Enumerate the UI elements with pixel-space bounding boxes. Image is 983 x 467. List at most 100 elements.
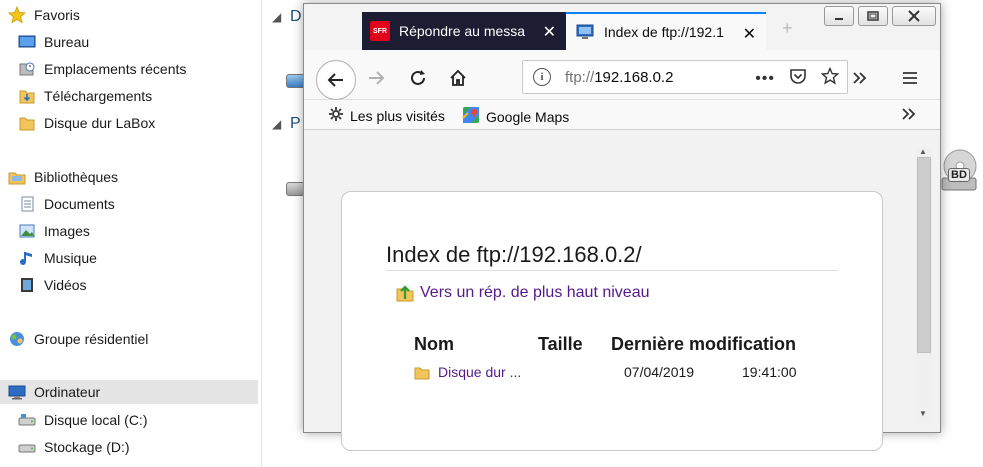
tab-sfr-reply[interactable]: SFR Répondre au messa ✕ [362, 12, 566, 50]
directory-listing-box: Index de ftp://192.168.0.2/ Vers un rép.… [341, 191, 883, 451]
nav-item-label: Emplacements récents [44, 61, 187, 77]
nav-item-label: Disque local (C:) [44, 412, 148, 428]
nav-homegroup-label: Groupe résidentiel [34, 331, 149, 347]
nav-item-labox[interactable]: Disque dur LaBox [18, 111, 155, 135]
nav-item-label: Vidéos [44, 277, 87, 293]
group-header-portable[interactable]: P [290, 115, 301, 133]
vertical-scrollbar[interactable]: ▲ ▼ [916, 147, 932, 423]
downloads-folder-icon [18, 87, 36, 105]
music-icon [18, 249, 36, 267]
new-tab-icon[interactable]: + [782, 18, 793, 39]
tab-ftp-index[interactable]: Index de ftp://192.1 ✕ [566, 12, 766, 50]
collapse-chevron-icon[interactable]: ◢ [272, 117, 281, 131]
nav-item-label: Disque dur LaBox [44, 115, 156, 131]
bookmark-label: Google Maps [486, 108, 570, 125]
column-header-name: Nom [414, 334, 454, 354]
back-button[interactable] [316, 60, 356, 100]
nav-item-label: Stockage (D:) [44, 439, 130, 455]
maximize-button[interactable] [858, 6, 888, 26]
documents-icon [18, 195, 36, 213]
nav-homegroup[interactable]: Groupe résidentiel [8, 327, 148, 351]
google-maps-icon [462, 106, 480, 127]
explorer-nav-pane: Favoris Bureau Emplacements récents Télé… [0, 0, 262, 467]
desktop-icon [18, 33, 36, 51]
nav-item-videos[interactable]: Vidéos [18, 273, 87, 297]
nav-item-label: Musique [44, 250, 97, 266]
up-arrow-folder-icon [396, 284, 414, 302]
page-actions-icon[interactable]: ••• [755, 70, 775, 88]
bookmark-most-visited[interactable]: Les plus visités [328, 106, 445, 125]
nav-libraries-label: Bibliothèques [34, 169, 119, 185]
recent-places-icon [18, 60, 36, 78]
page-content: Index de ftp://192.168.0.2/ Vers un rép.… [304, 131, 940, 451]
page-title: Index de ftp://192.168.0.2/ [386, 242, 642, 267]
nav-item-label: Images [44, 223, 90, 239]
nav-favorites[interactable]: Favoris [8, 3, 80, 27]
folder-icon [18, 114, 36, 132]
folder-icon [414, 365, 430, 380]
row-date: 07/04/2019 [624, 364, 695, 380]
scroll-up-arrow-icon[interactable]: ▲ [919, 147, 927, 156]
row-time: 19:41:00 [742, 364, 797, 380]
storage-disk-icon [18, 438, 36, 456]
nav-favorites-label: Favoris [34, 7, 80, 23]
nav-item-bureau[interactable]: Bureau [18, 30, 89, 54]
hamburger-menu-icon[interactable] [896, 64, 924, 92]
bookmarks-toolbar: Les plus visités Google Maps [304, 100, 940, 130]
monitor-icon [576, 24, 594, 40]
nav-item-recent[interactable]: Emplacements récents [18, 57, 186, 81]
computer-icon [8, 383, 26, 401]
bd-label: BD [948, 168, 970, 182]
pictures-icon [18, 222, 36, 240]
collapse-chevron-icon[interactable]: ◢ [272, 10, 281, 24]
videos-icon [18, 276, 36, 294]
nav-item-drive-d[interactable]: Stockage (D:) [18, 435, 130, 459]
parent-directory-label: Vers un rép. de plus haut niveau [420, 284, 650, 301]
url-text[interactable]: ftp://192.168.0.2 [565, 69, 673, 86]
title-divider [386, 270, 838, 271]
tab-bar: SFR Répondre au messa ✕ Index de ftp://1… [304, 4, 940, 50]
minimize-button[interactable] [824, 6, 854, 26]
navigation-toolbar: i ftp://192.168.0.2 ••• [304, 50, 940, 100]
close-tab-icon[interactable]: ✕ [543, 22, 556, 42]
url-actions: ••• [755, 66, 840, 90]
nav-item-drive-c[interactable]: Disque local (C:) [18, 408, 147, 432]
local-disk-icon [18, 411, 36, 429]
tab-title: Répondre au messa [399, 23, 526, 39]
pocket-icon[interactable] [789, 67, 807, 90]
close-window-button[interactable] [892, 6, 936, 26]
parent-directory-link[interactable]: Vers un rép. de plus haut niveau [396, 284, 650, 302]
home-button[interactable] [444, 64, 472, 92]
folder-link[interactable]: Disque dur ... [414, 364, 521, 380]
overflow-chevron-icon[interactable] [846, 64, 874, 92]
url-bar[interactable]: i ftp://192.168.0.2 ••• [522, 60, 848, 94]
tab-title: Index de ftp://192.1 [604, 24, 724, 40]
site-info-icon[interactable]: i [533, 68, 551, 86]
nav-item-label: Bureau [44, 34, 90, 50]
nav-libraries[interactable]: Bibliothèques [8, 165, 118, 189]
nav-item-music[interactable]: Musique [18, 246, 97, 270]
bookmark-star-icon[interactable] [820, 66, 840, 90]
sfr-logo: SFR [370, 21, 390, 41]
folder-name: Disque dur ... [438, 364, 522, 380]
bookmarks-overflow-icon[interactable] [900, 106, 918, 122]
window-controls [824, 6, 936, 26]
group-header-devices[interactable]: D [290, 8, 302, 26]
scroll-down-arrow-icon[interactable]: ▼ [919, 409, 927, 418]
star-icon [8, 5, 26, 24]
reload-button[interactable] [404, 64, 432, 92]
forward-button[interactable] [362, 64, 390, 92]
bookmark-google-maps[interactable]: Google Maps [462, 106, 569, 127]
nav-item-label: Documents [44, 196, 115, 212]
nav-item-images[interactable]: Images [18, 219, 90, 243]
close-tab-icon[interactable]: ✕ [743, 24, 756, 44]
nav-computer[interactable]: Ordinateur [0, 380, 258, 404]
nav-item-documents[interactable]: Documents [18, 192, 115, 216]
bookmark-label: Les plus visités [350, 107, 445, 124]
column-header-modified: Dernière modification [611, 334, 797, 354]
bluray-drive-icon[interactable]: BD [938, 146, 978, 196]
scroll-thumb[interactable] [917, 157, 931, 353]
column-header-size: Taille [538, 334, 583, 354]
nav-item-label: Téléchargements [44, 88, 153, 104]
nav-item-downloads[interactable]: Téléchargements [18, 84, 152, 108]
